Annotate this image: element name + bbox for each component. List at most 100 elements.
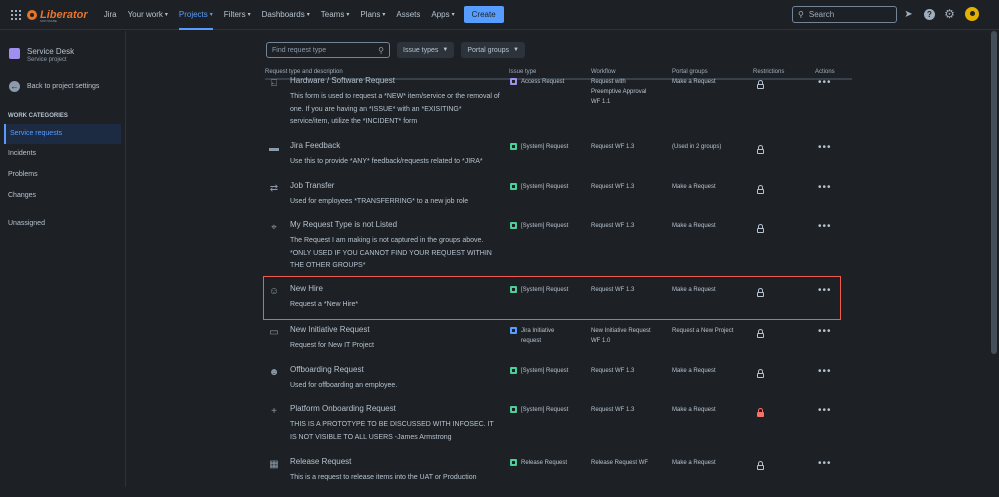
lock-icon[interactable] [757, 145, 764, 154]
sidebar-item-unassigned[interactable]: Unassigned [8, 220, 45, 227]
workflow-cell[interactable]: Request WF 1.3 [591, 221, 657, 231]
help-icon[interactable]: ? [924, 9, 935, 20]
request-type-name[interactable]: Hardware / Software Request [290, 76, 395, 85]
request-type-name[interactable]: My Request Type is not Listed [290, 220, 397, 229]
request-type-name[interactable]: Platform Onboarding Request [290, 404, 396, 413]
more-actions-icon[interactable]: ••• [818, 327, 832, 337]
request-type-name[interactable]: Offboarding Request [290, 365, 364, 374]
issue-type-label: [System] Request [521, 407, 569, 413]
more-actions-icon[interactable]: ••• [818, 222, 832, 232]
lock-icon[interactable] [757, 80, 764, 89]
more-actions-icon[interactable]: ••• [818, 183, 832, 193]
workflow-cell[interactable]: Request WF 1.3 [591, 405, 657, 415]
issue-type-icon [510, 459, 517, 466]
chevron-down-icon: ▾ [451, 12, 455, 18]
offboarding-icon: ☻ [268, 367, 280, 378]
table-row[interactable]: + Platform Onboarding Request THIS IS A PR… [265, 404, 852, 444]
issue-types-dropdown[interactable]: Issue types ▼ [397, 42, 455, 58]
more-actions-icon[interactable]: ••• [818, 406, 832, 416]
filter-bar: Find request type ⚲ Issue types ▼ Portal… [266, 42, 525, 58]
project-type: Service project [27, 57, 67, 63]
workflow-cell[interactable]: Request WF 1.3 [591, 182, 657, 192]
column-header-request-type[interactable]: Request type and description [265, 69, 343, 75]
logo[interactable]: Liberator [27, 9, 88, 21]
sidebar: Service Desk Service project ← Back to p… [0, 31, 126, 487]
nav-item-dashboards[interactable]: Dashboards ▾ [262, 0, 310, 30]
portal-groups-dropdown[interactable]: Portal groups ▼ [461, 42, 525, 58]
search-icon: ⚲ [378, 45, 384, 55]
workflow-cell[interactable]: New Initiative Request WF 1.0 [591, 326, 657, 346]
request-type-search-input[interactable]: Find request type ⚲ [266, 42, 390, 58]
selected-row-highlight [263, 276, 841, 320]
request-type-name[interactable]: New Initiative Request [290, 325, 370, 334]
nav-item-filters[interactable]: Filters ▾ [224, 0, 251, 30]
table-row[interactable]: ⍇ Hardware / Software Request This form is… [265, 76, 852, 125]
lock-icon[interactable] [757, 185, 764, 194]
workflow-cell[interactable]: Release Request WF [591, 458, 657, 468]
search-icon: ⚲ [798, 10, 804, 19]
chevron-down-icon: ▼ [513, 47, 519, 53]
feedback-icon: ▬ [269, 143, 279, 154]
create-button[interactable]: Create [463, 6, 504, 23]
nav-item-projects[interactable]: Projects ▾ [178, 0, 213, 30]
chevron-down-icon: ▾ [346, 12, 350, 18]
workflow-cell[interactable]: Request WF 1.3 [591, 366, 657, 376]
issue-type-cell: [System] Request [510, 221, 570, 231]
settings-icon[interactable]: ⚙ [944, 8, 955, 20]
nav-item-label: Dashboards [261, 10, 305, 19]
nav-item-plans[interactable]: Plans ▾ [360, 0, 385, 30]
table-row[interactable]: ▦ Release Request This is a request to rel… [265, 457, 852, 497]
table-row[interactable]: ☻ Offboarding Request Used for offboarding… [265, 365, 852, 405]
lock-icon[interactable] [757, 329, 764, 338]
portal-groups-cell: Make a Request [672, 184, 716, 190]
sidebar-item-incidents[interactable]: Incidents [8, 150, 36, 157]
nav-item-your-work[interactable]: Your work ▾ [128, 0, 168, 30]
issue-type-icon [510, 406, 517, 413]
sidebar-item-changes[interactable]: Changes [8, 192, 36, 199]
lock-icon[interactable] [757, 408, 764, 417]
request-type-name[interactable]: Jira Feedback [290, 141, 340, 150]
chevron-down-icon: ▼ [442, 47, 449, 53]
scrollbar[interactable] [991, 31, 997, 354]
workflow-cell[interactable]: Request WF 1.3 [591, 142, 657, 152]
column-header-issue-type[interactable]: Issue type [509, 69, 536, 75]
sidebar-item-service-requests[interactable]: Service requests [4, 124, 121, 144]
more-actions-icon[interactable]: ••• [818, 78, 832, 88]
lock-icon[interactable] [757, 369, 764, 378]
issue-type-icon [510, 78, 517, 85]
table-row[interactable]: ⌖ My Request Type is not Listed The Reques… [265, 220, 852, 269]
calendar-icon: ▦ [269, 459, 279, 470]
request-type-description: Used for offboarding an employee. [290, 382, 398, 389]
request-type-name[interactable]: Release Request [290, 457, 351, 466]
app-switcher-icon[interactable] [11, 9, 21, 20]
column-header-workflow[interactable]: Workflow [591, 69, 616, 75]
lock-icon[interactable] [757, 224, 764, 233]
column-header-restrictions: Restrictions [753, 69, 785, 75]
nav-item-assets[interactable]: Assets [396, 0, 420, 30]
avatar[interactable] [965, 7, 979, 21]
request-type-name[interactable]: Job Transfer [290, 181, 334, 190]
notifications-icon[interactable]: ➤ [903, 9, 914, 20]
more-actions-icon[interactable]: ••• [818, 459, 832, 469]
product-name[interactable]: Jira [104, 0, 117, 30]
project-name[interactable]: Service Desk [27, 47, 74, 56]
lock-icon[interactable] [757, 461, 764, 470]
more-actions-icon[interactable]: ••• [818, 143, 832, 153]
table-row[interactable]: ▭ New Initiative Request Request for New I… [265, 325, 852, 365]
column-header-actions: Actions [815, 69, 835, 75]
more-actions-icon[interactable]: ••• [818, 367, 832, 377]
column-header-portal-groups[interactable]: Portal groups [672, 69, 708, 75]
table-row[interactable]: ▬ Jira Feedback Use this to provide *ANY* … [265, 141, 852, 181]
nav-item-teams[interactable]: Teams ▾ [321, 0, 350, 30]
nav-item-label: Plans [360, 10, 381, 19]
back-label: Back to project settings [27, 83, 100, 90]
back-to-settings-link[interactable]: ← Back to project settings [9, 81, 99, 92]
workflow-cell[interactable]: Request with Preemptive Approval WF 1.1 [591, 77, 657, 107]
sidebar-item-problems[interactable]: Problems [8, 171, 38, 178]
portal-groups-cell: Request a New Project [672, 328, 734, 334]
issue-type-icon [510, 367, 517, 374]
table-row[interactable]: ⇄ Job Transfer Used for employees *TRANSFE… [265, 181, 852, 221]
nav-item-apps[interactable]: Apps ▾ [431, 0, 454, 30]
arrow-left-icon: ← [9, 81, 20, 92]
global-search-input[interactable]: ⚲ Search [792, 6, 897, 23]
